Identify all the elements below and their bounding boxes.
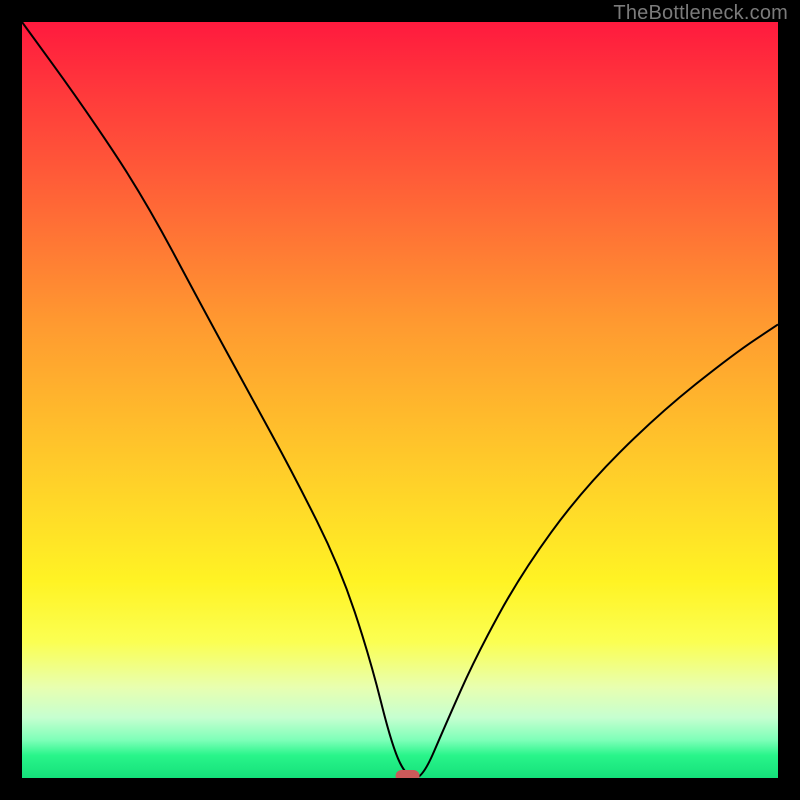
plot-area [22,22,778,778]
minimum-marker [396,770,420,778]
bottleneck-curve [22,22,778,778]
curve-path [22,22,778,778]
chart-frame: TheBottleneck.com [0,0,800,800]
